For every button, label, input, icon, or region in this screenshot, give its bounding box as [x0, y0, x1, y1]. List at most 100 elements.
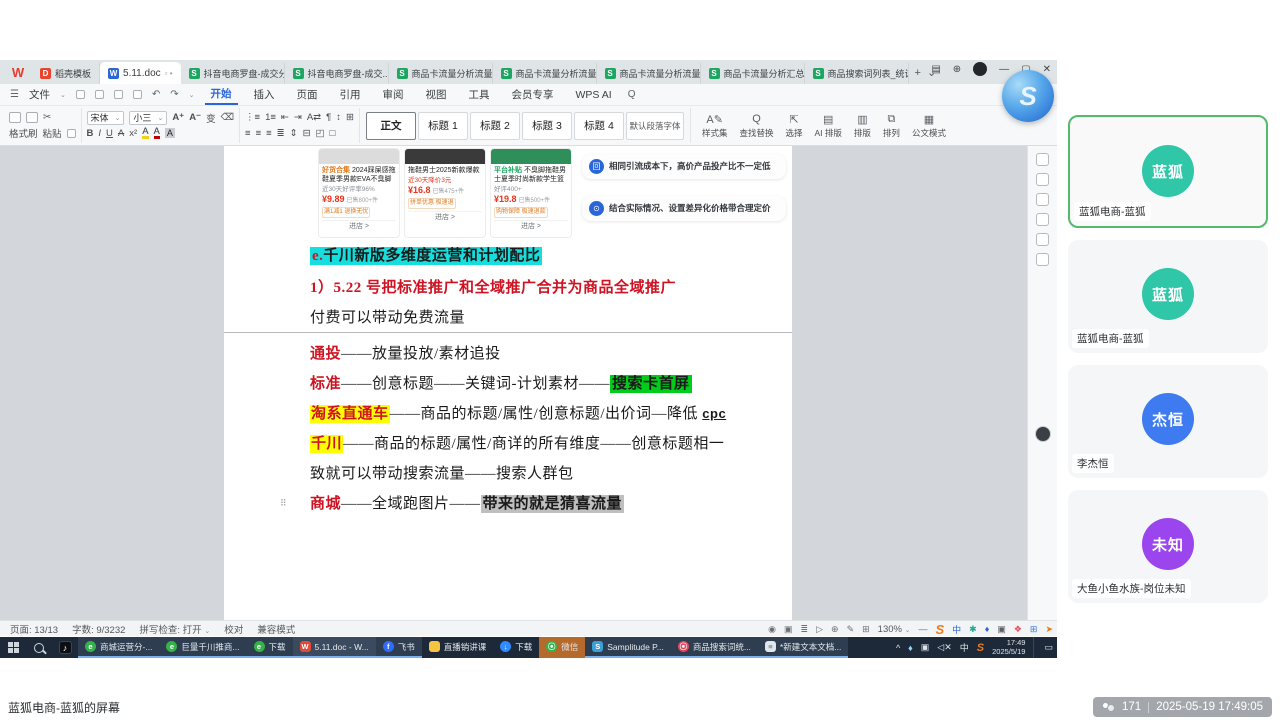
copy-icon[interactable] [67, 129, 76, 138]
ime-indicator[interactable]: 中 [960, 641, 969, 654]
hamburger-icon[interactable]: ☰ [10, 89, 19, 100]
more-history-icon[interactable]: ⌄ [189, 91, 195, 99]
menu-tab-pagelayout[interactable]: 页面 [291, 84, 324, 105]
taskbar-clock[interactable]: 17:49 2025/5/19 [992, 639, 1025, 656]
align-left-icon[interactable]: ≡ [245, 128, 251, 139]
menu-tab-review[interactable]: 审阅 [377, 84, 410, 105]
bookmark-icon[interactable] [1036, 193, 1049, 206]
shrink-font-icon[interactable]: A⁻ [189, 112, 201, 123]
strikethrough-icon[interactable]: A [118, 128, 124, 139]
ai-typeset-button[interactable]: ▤ AI 排版 [809, 113, 848, 139]
style-heading4[interactable]: 标题 4 [574, 112, 624, 140]
participant-tile-1[interactable]: 蓝狐 蓝狐电商-蓝狐 [1068, 115, 1268, 228]
style-heading2[interactable]: 标题 2 [470, 112, 520, 140]
grow-font-icon[interactable]: A⁺ [172, 112, 184, 123]
justify-icon[interactable]: ≣ [277, 128, 285, 139]
layout-icon[interactable]: ▤ [931, 64, 940, 75]
menu-tab-home[interactable]: 开始 [205, 84, 238, 105]
cursor-float-icon[interactable]: ➤ [1045, 624, 1053, 635]
comment-icon[interactable] [1036, 173, 1049, 186]
account-avatar[interactable] [973, 62, 987, 76]
paste-label[interactable]: 粘贴 [43, 126, 62, 140]
participant-tile-4[interactable]: 未知 大鱼小鱼水族-岗位未知 [1068, 490, 1268, 603]
play-view-icon[interactable]: ▷ [816, 624, 823, 635]
tray-display-icon[interactable]: ▣ [921, 642, 930, 653]
italic-icon[interactable]: I [98, 128, 101, 139]
text-direction-icon[interactable]: A⇄ [307, 112, 321, 123]
menu-tab-reference[interactable]: 引用 [334, 84, 367, 105]
tab-sheet-6[interactable]: S 商品卡流量分析汇总... [701, 63, 805, 84]
bold-icon[interactable]: B [87, 128, 94, 139]
taskbar-app-wechat[interactable]: ⦿微信 [539, 637, 585, 658]
taskbar-app-browser-2[interactable]: e巨量千川推商... [159, 637, 246, 658]
minimize-button[interactable]: — [999, 64, 1009, 75]
clear-format-icon[interactable]: ⌫ [221, 112, 234, 123]
cloud-icon[interactable] [1036, 233, 1049, 246]
tab-sheet-1[interactable]: S 抖音电商罗盘-成交分析 [181, 63, 285, 84]
tab-sheet-7[interactable]: S 商品搜索词列表_统计... [805, 63, 909, 84]
format-painter-icon[interactable] [9, 112, 21, 123]
spellcheck-status[interactable]: 拼写检查: 打开 ⌄ [139, 622, 210, 636]
tab-pin-icon[interactable]: ▫ • [165, 69, 173, 78]
select-button[interactable]: ⇱ 选择 [779, 113, 808, 139]
output-icon[interactable] [95, 90, 104, 99]
redo-icon[interactable]: ↷ [170, 89, 178, 100]
superscript-icon[interactable]: x² [129, 128, 137, 139]
file-dropdown-icon[interactable]: ⌄ [60, 91, 66, 99]
paw-float-icon[interactable]: ❖ [1014, 624, 1022, 635]
typeset-button[interactable]: ▥ 排版 [848, 113, 877, 139]
line-spacing-icon[interactable]: ⇕ [290, 128, 298, 139]
print-icon[interactable] [114, 90, 123, 99]
menu-tab-wps-ai[interactable]: WPS AI [570, 84, 618, 105]
style-normal[interactable]: 正文 [366, 112, 416, 140]
font-color-icon[interactable]: A [154, 127, 160, 139]
style-default-font[interactable]: 默认段落字体 [626, 112, 684, 140]
page-view-icon[interactable]: ▣ [784, 624, 793, 635]
format-painter-label[interactable]: 格式刷 [9, 126, 38, 140]
zoom-level[interactable]: 130% ⌄ [878, 624, 911, 635]
style-heading3[interactable]: 标题 3 [522, 112, 572, 140]
menu-tab-tools[interactable]: 工具 [463, 84, 496, 105]
file-menu[interactable]: 文件 [29, 87, 50, 102]
shading-icon[interactable]: ◰ [316, 128, 325, 139]
notification-icon[interactable]: ▭ [1044, 642, 1053, 653]
outline-view-icon[interactable]: ≣ [801, 624, 809, 635]
frame-icon[interactable]: ⊞ [346, 112, 354, 123]
sort-icon[interactable]: ↕ [336, 112, 341, 123]
style-set-button[interactable]: A✎ 样式集 [696, 113, 734, 139]
taskbar-app-feishu[interactable]: f飞书 [376, 637, 422, 658]
tab-doc-active[interactable]: W 5.11.doc ▫ • [100, 62, 180, 84]
reading-eye-icon[interactable]: ◉ [768, 624, 776, 635]
web-view-icon[interactable]: ⊕ [831, 624, 839, 635]
find-replace-button[interactable]: Q 查找替换 [733, 113, 779, 139]
taskbar-search-button[interactable] [26, 637, 52, 658]
zoom-out-icon[interactable]: — [918, 624, 927, 634]
official-doc-button[interactable]: ▦ 公文模式 [906, 113, 952, 139]
assistant-avatar[interactable] [1035, 426, 1051, 442]
indent-icon[interactable]: ⇥ [294, 112, 302, 123]
edit-icon[interactable] [1036, 153, 1049, 166]
save-icon[interactable] [76, 90, 85, 99]
taskbar-app-search-stats[interactable]: ⦿商品搜索词统... [671, 637, 758, 658]
search-command-icon[interactable]: Q [628, 89, 636, 100]
tab-sheet-3[interactable]: S 商品卡流量分析流量来源 [389, 63, 493, 84]
grid-float-icon[interactable]: ⊞ [1030, 624, 1038, 635]
close-button[interactable]: ✕ [1043, 64, 1051, 75]
tab-sheet-5[interactable]: S 商品卡流量分析流量来... [597, 63, 701, 84]
style-heading1[interactable]: 标题 1 [418, 112, 468, 140]
paragraph-mark-icon[interactable]: ¶ [326, 112, 331, 123]
hidden-icons-chevron[interactable]: ^ [896, 643, 900, 653]
menu-tab-view[interactable]: 视图 [420, 84, 453, 105]
preview-icon[interactable] [133, 90, 142, 99]
font-size-select[interactable]: 小三 ⌄ [129, 111, 167, 125]
highlight-color-icon[interactable]: A [142, 127, 148, 139]
arrange-button[interactable]: ⧉ 排列 [877, 113, 906, 139]
show-desktop-button[interactable] [1033, 637, 1036, 658]
align-center-icon[interactable]: ≡ [256, 128, 262, 139]
tab-docer[interactable]: D 稻壳模板 [32, 63, 100, 84]
taskbar-app-folder[interactable]: 直播销讲课 [422, 637, 494, 658]
taskbar-app-notepad[interactable]: ≡*新建文本文档... [758, 637, 848, 658]
menu-tab-member[interactable]: 会员专享 [506, 84, 560, 105]
participant-tile-2[interactable]: 蓝狐 蓝狐电商-蓝狐 [1068, 240, 1268, 353]
undo-icon[interactable]: ↶ [152, 89, 160, 100]
